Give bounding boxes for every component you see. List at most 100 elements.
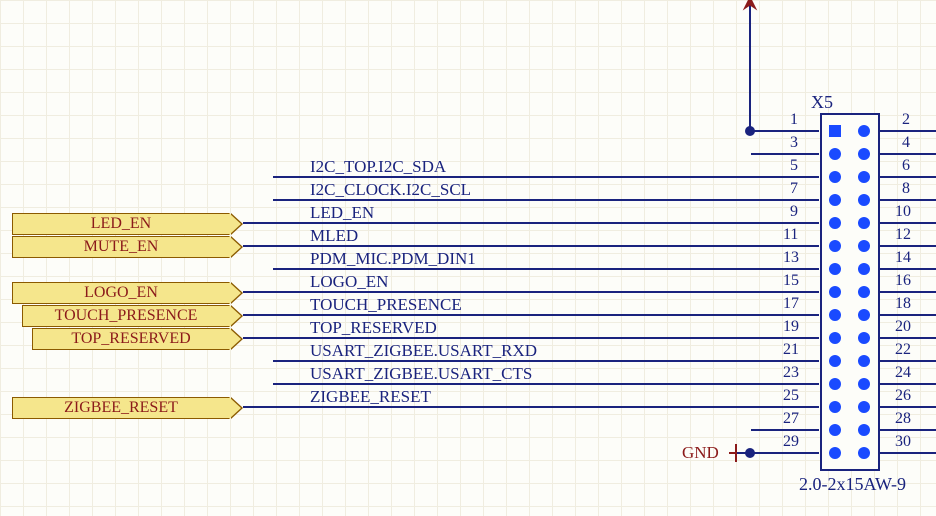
pin-number: 29	[783, 433, 799, 451]
pin-pad-dot	[829, 263, 841, 275]
port-label: ZIGBEE_RESET	[64, 399, 178, 417]
port-label: TOP_RESERVED	[71, 330, 190, 348]
pin-number: 4	[902, 134, 910, 152]
pin-number: 23	[783, 364, 799, 382]
pin-pad-dot	[858, 424, 870, 436]
pin-stub	[880, 360, 936, 362]
pin-pad-dot	[829, 401, 841, 413]
pin-number: 22	[895, 341, 911, 359]
pin-number: 11	[783, 226, 798, 244]
pin-number: 2	[902, 111, 910, 129]
pin-number: 28	[895, 410, 911, 428]
pin-pad-dot	[829, 148, 841, 160]
junction-dot	[745, 448, 755, 458]
pin-number: 20	[895, 318, 911, 336]
pin-pad-dot	[829, 194, 841, 206]
pin-number: 21	[783, 341, 799, 359]
net-label: LED_EN	[310, 203, 374, 223]
pin-stub	[751, 153, 819, 155]
pin-stub	[751, 406, 819, 408]
net-label: PDM_MIC.PDM_DIN1	[310, 249, 476, 269]
pin-number: 27	[783, 410, 799, 428]
net-label: USART_ZIGBEE.USART_CTS	[310, 364, 532, 384]
pin-pad-dot	[858, 125, 870, 137]
pin-number: 3	[790, 134, 798, 152]
pin-stub	[880, 429, 936, 431]
pin-stub	[880, 406, 936, 408]
pin-stub	[880, 291, 936, 293]
pin-stub	[880, 452, 936, 454]
gnd-label: GND	[682, 443, 719, 463]
pin-number: 26	[895, 387, 911, 405]
port-zigbee-reset: ZIGBEE_RESET	[12, 397, 230, 419]
net-label: TOUCH_PRESENCE	[310, 295, 462, 315]
port-label: TOUCH_PRESENCE	[55, 307, 198, 325]
pin-pad-dot	[829, 309, 841, 321]
pin-stub	[880, 245, 936, 247]
net-label: MLED	[310, 226, 358, 246]
pin-pad-dot	[829, 332, 841, 344]
pin-stub	[880, 176, 936, 178]
pin-pad-dot	[858, 378, 870, 390]
pin-stub	[880, 130, 936, 132]
pin-stub	[751, 199, 819, 201]
pin-number: 16	[895, 272, 911, 290]
net-label: LOGO_EN	[310, 272, 388, 292]
net-label: TOP_RESERVED	[310, 318, 437, 338]
pin-number: 5	[790, 157, 798, 175]
pin-stub	[751, 245, 819, 247]
pin-pad-dot	[829, 424, 841, 436]
pin-pad-dot	[858, 148, 870, 160]
pin-pad-dot	[858, 171, 870, 183]
pin-stub	[751, 383, 819, 385]
pin-stub	[880, 199, 936, 201]
pin-pad-dot	[829, 286, 841, 298]
pin-stub	[751, 268, 819, 270]
pin-pad-square	[829, 125, 841, 137]
net-label: ZIGBEE_RESET	[310, 387, 431, 407]
pin-stub	[751, 429, 819, 431]
pin-number: 1	[790, 111, 798, 129]
pin-stub	[751, 291, 819, 293]
schematic-canvas: X5 2.0-2x15AW-9 1 2 3 4 5 6 I2C_TOP.I2C_…	[0, 0, 936, 516]
pin-stub	[751, 176, 819, 178]
pin-stub	[751, 337, 819, 339]
port-led-en: LED_EN	[12, 213, 230, 235]
pin-pad-dot	[858, 286, 870, 298]
pin-number: 7	[790, 180, 798, 198]
port-top-reserved: TOP_RESERVED	[32, 328, 230, 350]
wire	[749, 0, 751, 131]
power-arrow-icon	[741, 0, 759, 15]
pin-pad-dot	[858, 194, 870, 206]
pin-number: 30	[895, 433, 911, 451]
pin-pad-dot	[858, 309, 870, 321]
pin-number: 24	[895, 364, 911, 382]
pin-stub	[880, 337, 936, 339]
pin-pad-dot	[858, 401, 870, 413]
pin-stub	[751, 360, 819, 362]
pin-pad-dot	[858, 447, 870, 459]
pin-stub	[751, 222, 819, 224]
pin-number: 14	[895, 249, 911, 267]
pin-number: 10	[895, 203, 911, 221]
pin-pad-dot	[858, 355, 870, 367]
pin-stub	[880, 383, 936, 385]
pin-pad-dot	[858, 263, 870, 275]
port-mute-en: MUTE_EN	[12, 236, 230, 258]
pin-number: 6	[902, 157, 910, 175]
net-label: I2C_CLOCK.I2C_SCL	[310, 180, 471, 200]
connector-footprint: 2.0-2x15AW-9	[799, 474, 906, 495]
pin-stub	[880, 222, 936, 224]
port-label: LED_EN	[91, 215, 151, 233]
pin-pad-dot	[858, 217, 870, 229]
pin-number: 12	[895, 226, 911, 244]
net-label: USART_ZIGBEE.USART_RXD	[310, 341, 537, 361]
port-logo-en: LOGO_EN	[12, 282, 230, 304]
net-label: I2C_TOP.I2C_SDA	[310, 157, 446, 177]
pin-stub	[880, 268, 936, 270]
pin-number: 19	[783, 318, 799, 336]
pin-pad-dot	[829, 240, 841, 252]
pin-stub	[880, 314, 936, 316]
pin-pad-dot	[829, 171, 841, 183]
pin-stub	[751, 314, 819, 316]
